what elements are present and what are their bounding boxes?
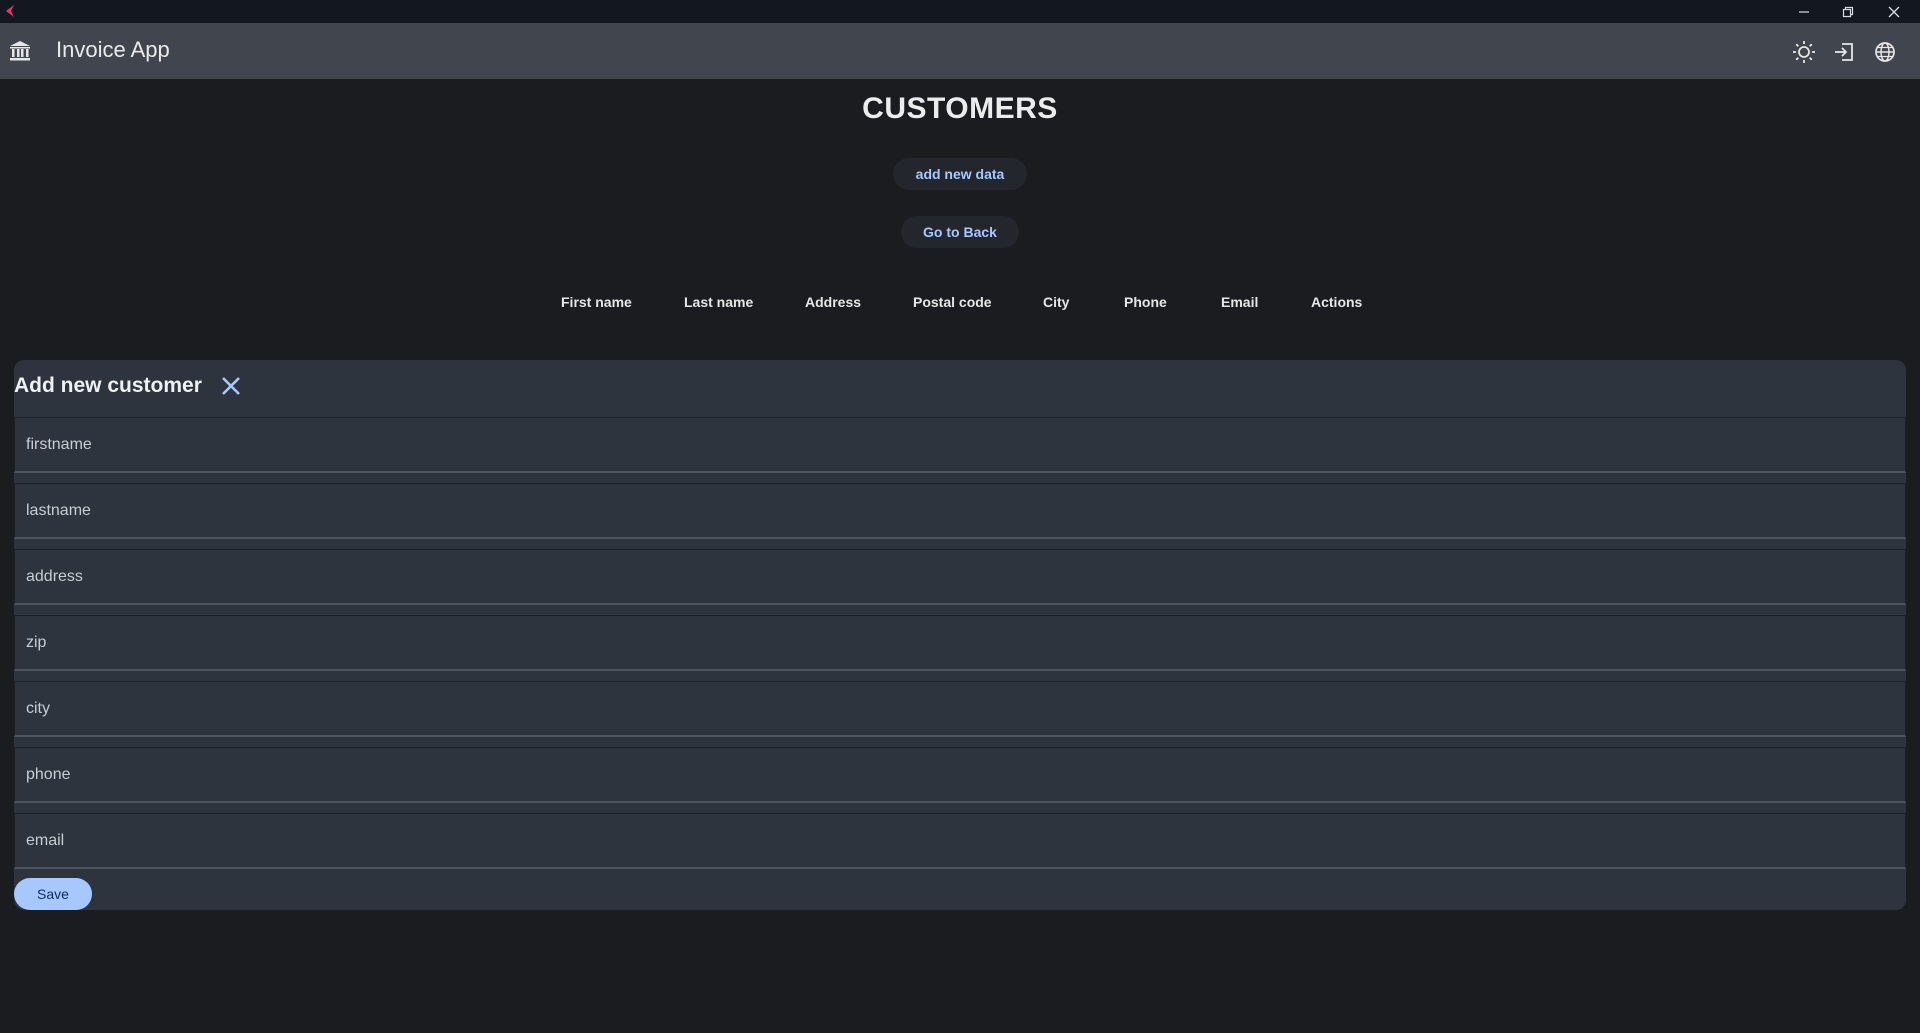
close-icon [1888,6,1900,17]
app-title: Invoice App [56,37,170,62]
minimize-icon [1799,10,1809,13]
column-header-postal-code: Postal code [913,294,992,310]
column-header-last-name: Last name [684,294,754,310]
close-icon [222,377,240,395]
zip-field[interactable] [14,615,1906,671]
address-input[interactable] [15,550,1905,603]
go-back-button[interactable]: Go to Back [901,216,1019,248]
window-titlebar [0,0,1920,23]
theme-toggle-button[interactable] [1791,39,1817,65]
address-field[interactable] [14,549,1906,605]
firstname-field[interactable] [14,417,1906,473]
city-field[interactable] [14,681,1906,737]
column-header-first-name: First name [561,294,632,310]
lastname-input[interactable] [15,484,1905,537]
add-new-data-button[interactable]: add new data [893,158,1027,190]
column-header-phone: Phone [1124,294,1167,310]
zip-input[interactable] [15,616,1905,669]
minimize-button[interactable] [1782,0,1826,23]
bank-icon[interactable] [9,40,31,62]
column-header-actions: Actions [1311,294,1363,310]
email-input[interactable] [15,814,1905,867]
phone-field[interactable] [14,747,1906,803]
restore-button[interactable] [1826,0,1870,23]
page-title: CUSTOMERS [862,92,1058,125]
save-button[interactable]: Save [14,878,92,910]
language-button[interactable] [1872,39,1898,65]
city-input[interactable] [15,682,1905,735]
restore-icon [1842,6,1854,17]
firstname-input[interactable] [15,418,1905,471]
email-field[interactable] [14,813,1906,869]
lastname-field[interactable] [14,483,1906,539]
logout-icon [1835,43,1853,61]
logout-button[interactable] [1831,39,1857,65]
column-header-address: Address [805,294,862,310]
app-bar: Invoice App [0,23,1920,79]
sun-icon [1793,41,1815,63]
window-close-button[interactable] [1872,0,1916,23]
column-header-city: City [1043,294,1070,310]
column-header-email: Email [1221,294,1259,310]
add-customer-title: Add new customer [14,374,202,397]
phone-input[interactable] [15,748,1905,801]
add-customer-panel: Add new customer Save [14,360,1906,910]
globe-icon [1875,42,1895,62]
close-form-button[interactable] [217,372,245,400]
app-logo-icon [6,5,14,17]
customers-table-header: First name Last name Address Postal code… [0,294,1920,314]
